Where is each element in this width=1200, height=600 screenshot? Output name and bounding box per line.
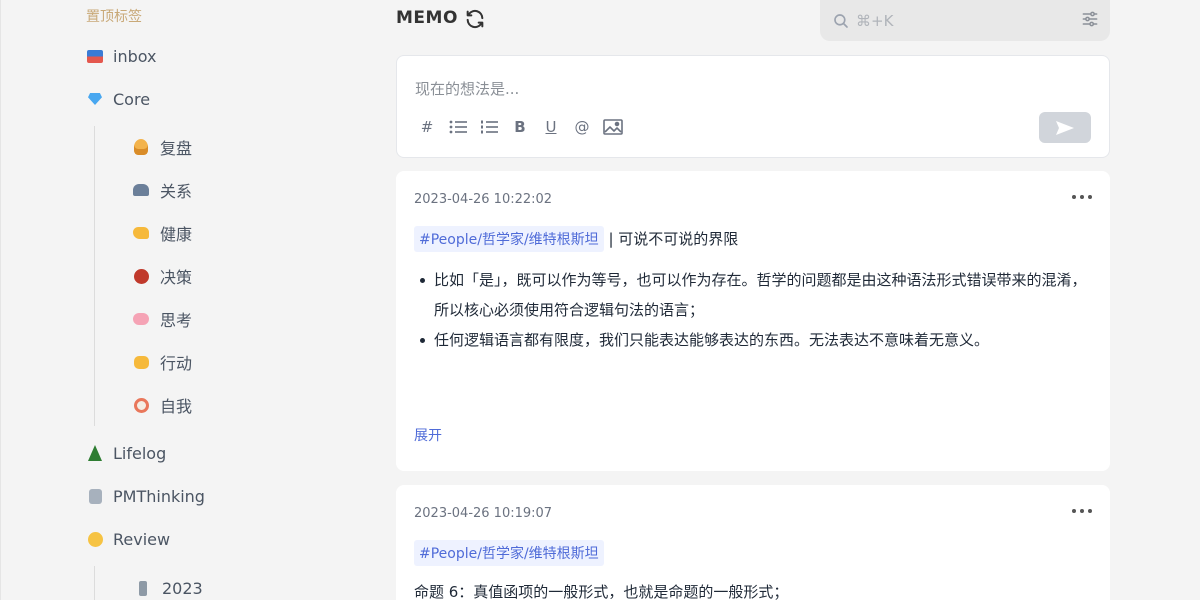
sidebar-item-pmthinking[interactable]: PMThinking <box>86 483 205 509</box>
mention-icon[interactable]: @ <box>572 117 592 137</box>
sidebar-item-lifelog[interactable]: Lifelog <box>86 440 166 466</box>
image-icon[interactable] <box>603 117 623 137</box>
memo-bullet-list: 比如「是」，既可以作为等号，也可以作为存在。哲学的问题都是由这种语法形式错误带来… <box>414 265 1094 355</box>
sidebar: 置顶标签 inbox Core 复盘 关系 健康 决策 思考 行动 自我 Lif… <box>0 0 380 600</box>
microscope-icon <box>134 579 152 597</box>
bold-icon[interactable]: B <box>510 117 530 137</box>
sidebar-item-juece[interactable]: 决策 <box>132 263 192 289</box>
sidebar-item-core[interactable]: Core <box>86 86 150 112</box>
sidebar-item-label: 思考 <box>160 311 193 330</box>
sidebar-item-label: Lifelog <box>113 443 167 463</box>
send-button[interactable] <box>1039 112 1091 143</box>
sidebar-item-2023[interactable]: 2023 <box>134 575 203 600</box>
tree-guide-line <box>94 126 95 426</box>
pinned-tags-title: 置顶标签 <box>86 9 142 25</box>
sidebar-item-label: inbox <box>113 46 157 66</box>
search-input[interactable] <box>856 11 1056 30</box>
memo-timestamp: 2023-04-26 10:22:02 <box>414 192 553 207</box>
memo-text: 命题 6：真值函项的一般形式，也就是命题的一般形式； <box>414 583 789 600</box>
brain-icon <box>132 310 150 328</box>
sidebar-item-label: PMThinking <box>113 486 205 506</box>
sidebar-item-label: 关系 <box>160 182 193 201</box>
sidebar-item-guanxi[interactable]: 关系 <box>132 177 192 203</box>
more-options-icon[interactable] <box>1072 192 1092 202</box>
expand-link[interactable]: 展开 <box>414 425 442 445</box>
page-title: MEMO <box>396 8 458 28</box>
robot-icon <box>86 487 104 505</box>
flexed-arm-icon <box>132 224 150 242</box>
memo-card: 2023-04-26 10:19:07 #People/哲学家/维特根斯坦 命题… <box>396 485 1110 600</box>
sidebar-item-jiankang[interactable]: 健康 <box>132 220 192 246</box>
underline-icon[interactable]: U <box>541 117 561 137</box>
content-fade-overlay <box>396 371 1110 421</box>
sidebar-item-xingdong[interactable]: 行动 <box>132 349 192 375</box>
refresh-icon[interactable] <box>464 8 486 30</box>
list-item: 比如「是」，既可以作为等号，也可以作为存在。哲学的问题都是由这种语法形式错误带来… <box>414 265 1094 325</box>
fist-icon <box>132 353 150 371</box>
memo-input[interactable] <box>415 78 1015 102</box>
sidebar-item-sikao[interactable]: 思考 <box>132 306 192 332</box>
gem-icon <box>86 90 104 108</box>
send-icon <box>1056 120 1074 135</box>
thinking-face-icon <box>86 530 104 548</box>
sidebar-item-label: 自我 <box>160 397 193 416</box>
sidebar-item-inbox[interactable]: inbox <box>86 43 157 69</box>
memo-title-text: | 可说不可说的界限 <box>608 230 739 248</box>
memo-tag-line: #People/哲学家/维特根斯坦 <box>414 540 604 566</box>
inbox-tray-icon <box>86 47 104 65</box>
people-icon <box>132 181 150 199</box>
memo-editor: # B U @ <box>396 55 1110 158</box>
search-icon <box>834 13 848 28</box>
memo-tag[interactable]: #People/哲学家/维特根斯坦 <box>414 226 604 252</box>
sidebar-item-label: 复盘 <box>160 139 193 158</box>
sidebar-item-label: Review <box>113 529 171 549</box>
filter-settings-icon[interactable] <box>1080 9 1100 29</box>
memo-tag[interactable]: #People/哲学家/维特根斯坦 <box>414 540 604 566</box>
memo-timestamp: 2023-04-26 10:19:07 <box>414 506 553 521</box>
person-icon <box>132 138 150 156</box>
editor-toolbar: # B U @ <box>417 117 634 137</box>
sidebar-item-label: 行动 <box>160 354 193 373</box>
sidebar-item-ziwo[interactable]: 自我 <box>132 392 192 418</box>
tree-guide-line <box>94 566 95 600</box>
list-item: 任何逻辑语言都有限度，我们只能表达能够表达的东西。无法表达不意味着无意义。 <box>414 325 1094 355</box>
sidebar-item-label: 决策 <box>160 268 193 287</box>
sidebar-item-fupan[interactable]: 复盘 <box>132 134 192 160</box>
bullet-list-icon[interactable] <box>448 117 468 137</box>
more-options-icon[interactable] <box>1072 506 1092 516</box>
sidebar-item-label: 健康 <box>160 225 193 244</box>
memo-title-line: #People/哲学家/维特根斯坦 | 可说不可说的界限 <box>414 226 738 252</box>
sidebar-item-label: 2023 <box>162 578 203 598</box>
tree-icon <box>86 444 104 462</box>
ordered-list-icon[interactable] <box>479 117 499 137</box>
sidebar-item-review[interactable]: Review <box>86 526 170 552</box>
ogre-face-icon <box>132 267 150 285</box>
tag-hash-icon[interactable]: # <box>417 117 437 137</box>
memo-card: 2023-04-26 10:22:02 #People/哲学家/维特根斯坦 | … <box>396 171 1110 471</box>
clown-face-icon <box>132 396 150 414</box>
search-bar[interactable] <box>820 0 1110 41</box>
sidebar-item-label: Core <box>113 89 151 109</box>
